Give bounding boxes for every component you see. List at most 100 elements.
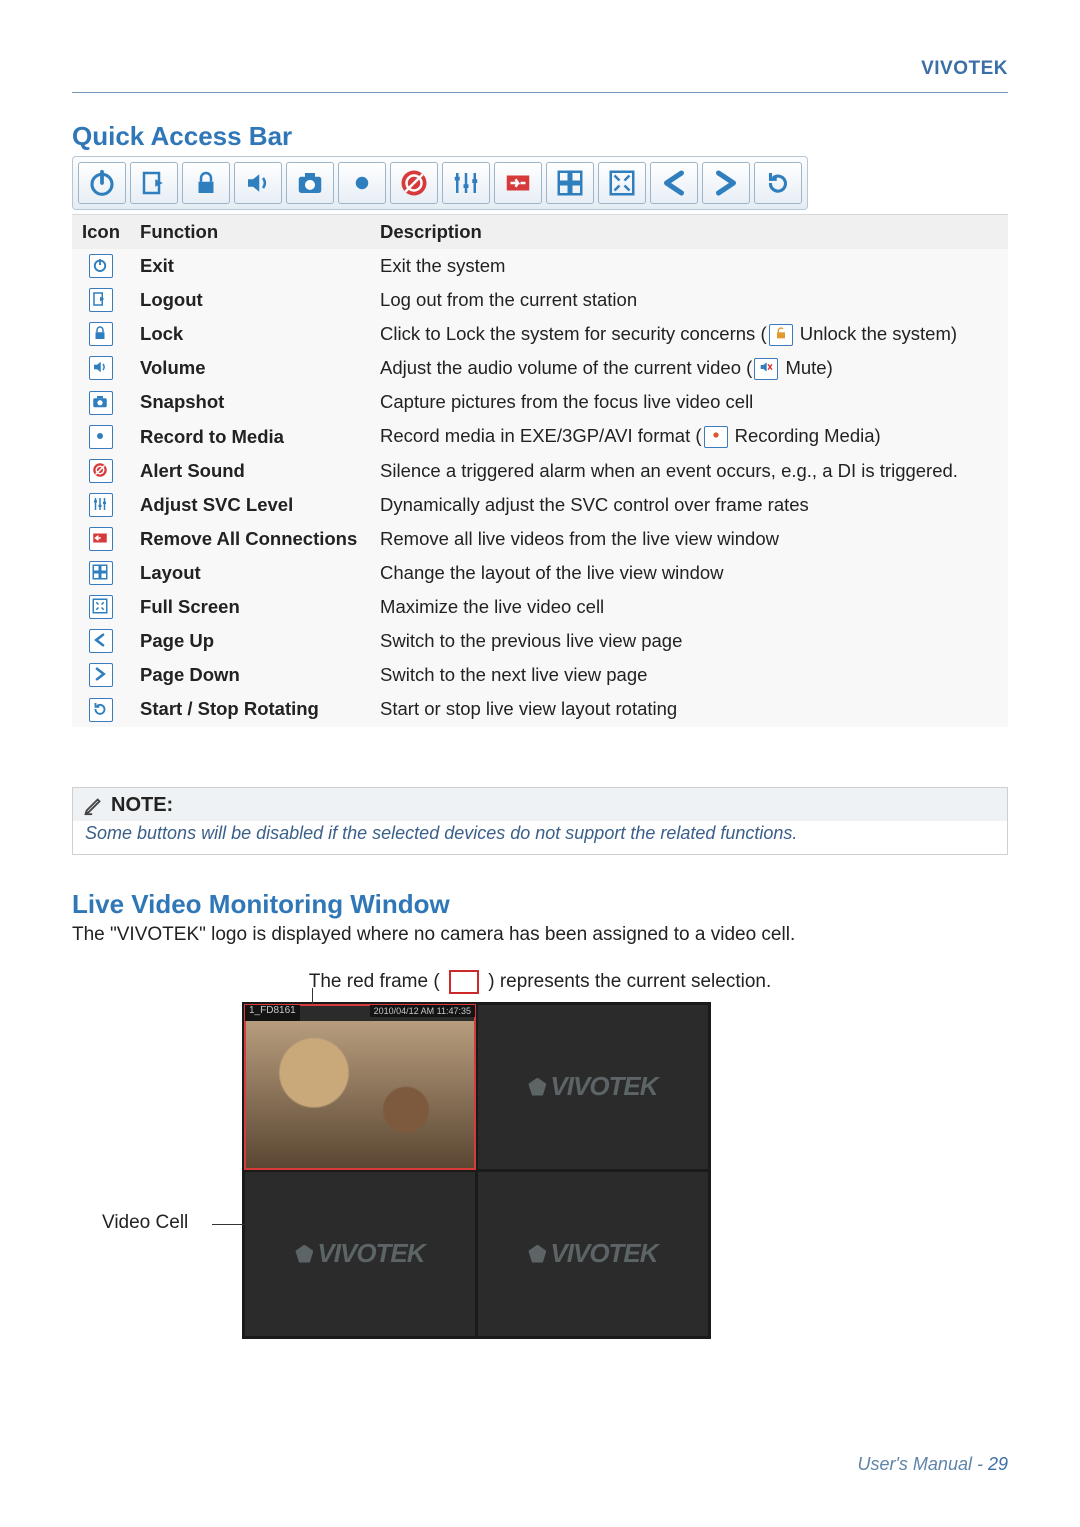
cell-timestamp: 2010/04/12 AM 11:47:35 [370,1005,475,1017]
col-function: Function [130,215,370,250]
function-name: Page Down [130,658,370,692]
note-text: Some buttons will be disabled if the sel… [73,821,1007,854]
video-thumbnail [245,1021,475,1169]
pagedown-icon [89,663,113,687]
monitor-wrap: Video Cell 1_FD8161 2010/04/12 AM 11:47:… [242,1002,942,1339]
function-description: Log out from the current station [370,283,1008,317]
function-name: Start / Stop Rotating [130,692,370,726]
function-description: Exit the system [370,249,1008,283]
svc-level-button[interactable] [442,162,490,204]
vivotek-logo: VIVOTEK [528,1238,657,1269]
svc-icon [89,493,113,517]
video-cell-4[interactable]: VIVOTEK [478,1172,708,1336]
function-table: Icon Function Description ExitExit the s… [72,214,1008,727]
function-description: Maximize the live video cell [370,590,1008,624]
function-description: Switch to the next live view page [370,658,1008,692]
function-description: Silence a triggered alarm when an event … [370,454,1008,488]
table-row: SnapshotCapture pictures from the focus … [72,385,1008,419]
lock-icon [89,322,113,346]
function-name: Snapshot [130,385,370,419]
table-row: LayoutChange the layout of the live view… [72,556,1008,590]
table-row: ExitExit the system [72,249,1008,283]
volume-icon [89,356,113,380]
function-name: Exit [130,249,370,283]
logout-button[interactable] [130,162,178,204]
vivotek-logo: VIVOTEK [295,1238,424,1269]
function-name: Logout [130,283,370,317]
divider [72,92,1008,93]
col-icon: Icon [72,215,130,250]
table-row: Remove All ConnectionsRemove all live vi… [72,522,1008,556]
function-description: Remove all live videos from the live vie… [370,522,1008,556]
fullscreen-button[interactable] [598,162,646,204]
alert-sound-button[interactable] [390,162,438,204]
function-name: Alert Sound [130,454,370,488]
page: VIVOTEK Quick Access Bar Icon Function D… [0,0,1080,1527]
table-row: Page UpSwitch to the previous live view … [72,624,1008,658]
function-description: Record media in EXE/3GP/AVI format ( Rec… [370,420,1008,454]
note-box: NOTE: Some buttons will be disabled if t… [72,787,1008,855]
record-icon [89,425,113,449]
remove-connections-button[interactable] [494,162,542,204]
mute-inline-icon [754,358,778,380]
page-up-button[interactable] [650,162,698,204]
function-name: Volume [130,351,370,385]
footer: User's Manual - 29 [857,1454,1008,1475]
note-header: NOTE: [73,788,1007,821]
function-name: Layout [130,556,370,590]
pencil-icon [83,794,105,816]
video-cell-3[interactable]: VIVOTEK [245,1172,475,1336]
red-frame-line: The red frame ( ) represents the current… [72,970,1008,994]
function-description: Start or stop live view layout rotating [370,692,1008,726]
cell-title: 1_FD8161 [245,1005,300,1021]
pageup-icon [89,629,113,653]
function-description: Change the layout of the live view windo… [370,556,1008,590]
video-cell-1[interactable]: 1_FD8161 2010/04/12 AM 11:47:35 [245,1005,475,1169]
function-description: Adjust the audio volume of the current v… [370,351,1008,385]
unlock-inline-icon [769,324,793,346]
table-row: Alert SoundSilence a triggered alarm whe… [72,454,1008,488]
function-description: Capture pictures from the focus live vid… [370,385,1008,419]
table-row: Start / Stop RotatingStart or stop live … [72,692,1008,726]
function-description: Switch to the previous live view page [370,624,1008,658]
videocell-label: Video Cell [102,1212,188,1234]
col-description: Description [370,215,1008,250]
function-name: Record to Media [130,420,370,454]
rotate-button[interactable] [754,162,802,204]
snapshot-button[interactable] [286,162,334,204]
live-intro-text: The "VIVOTEK" logo is displayed where no… [72,924,1008,946]
function-name: Full Screen [130,590,370,624]
lock-button[interactable] [182,162,230,204]
record-button[interactable] [338,162,386,204]
snapshot-icon [89,391,113,415]
table-row: VolumeAdjust the audio volume of the cur… [72,351,1008,385]
alert-icon [89,459,113,483]
layout-icon [89,561,113,585]
function-name: Page Up [130,624,370,658]
function-name: Remove All Connections [130,522,370,556]
exit-button[interactable] [78,162,126,204]
video-grid: 1_FD8161 2010/04/12 AM 11:47:35 VIVOTEK … [242,1002,711,1339]
function-description: Dynamically adjust the SVC control over … [370,488,1008,522]
vivotek-logo: VIVOTEK [528,1071,657,1102]
function-name: Adjust SVC Level [130,488,370,522]
page-down-button[interactable] [702,162,750,204]
function-description: Click to Lock the system for security co… [370,317,1008,351]
layout-button[interactable] [546,162,594,204]
table-row: Full ScreenMaximize the live video cell [72,590,1008,624]
exit-icon [89,254,113,278]
section-title-quick-access: Quick Access Bar [72,121,1008,152]
video-cell-2[interactable]: VIVOTEK [478,1005,708,1169]
volume-button[interactable] [234,162,282,204]
table-row: LockClick to Lock the system for securit… [72,317,1008,351]
table-row: Adjust SVC LevelDynamically adjust the S… [72,488,1008,522]
section-title-live-video: Live Video Monitoring Window [72,889,1008,920]
fullscreen-icon [89,595,113,619]
table-row: Record to MediaRecord media in EXE/3GP/A… [72,420,1008,454]
note-title: NOTE: [111,794,173,817]
table-row: LogoutLog out from the current station [72,283,1008,317]
table-row: Page DownSwitch to the next live view pa… [72,658,1008,692]
quick-access-toolbar [72,156,808,210]
logout-icon [89,288,113,312]
function-name: Lock [130,317,370,351]
